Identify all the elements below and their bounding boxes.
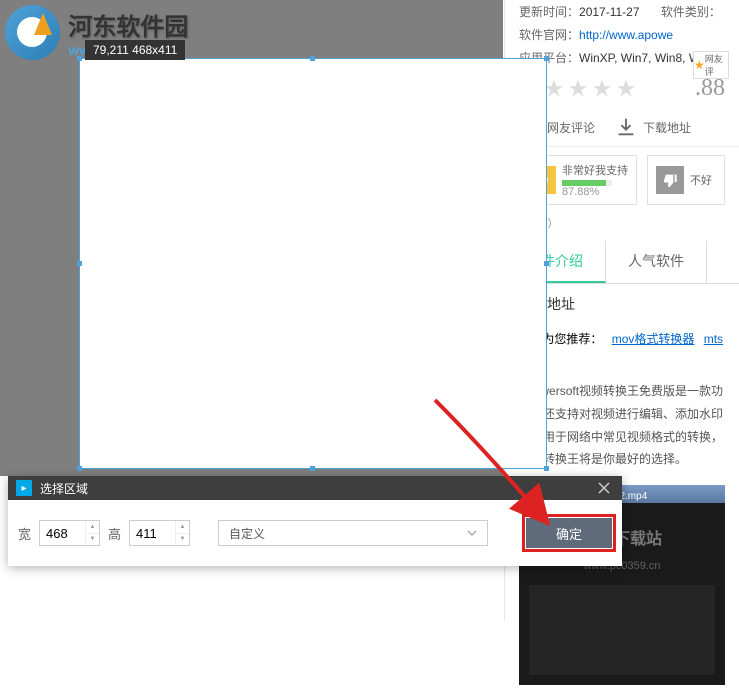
width-label: 宽 [18, 524, 31, 543]
download-label: 下载地址 [643, 119, 691, 136]
selection-rectangle[interactable] [79, 58, 547, 469]
coordinate-badge: 79,211 468x411 [85, 40, 185, 60]
confirm-button[interactable]: 确定 [526, 518, 612, 548]
favorite-button[interactable]: ★网友评 [693, 51, 729, 79]
rating-score: .88 [695, 75, 725, 102]
site-link[interactable]: http://www.apowe [579, 28, 673, 42]
update-label: 更新时间： [519, 5, 579, 19]
recommend-label: 为您推荐： [542, 332, 602, 346]
star-icon [615, 78, 637, 100]
width-up-button[interactable]: ▲ [86, 521, 99, 534]
dialog-title: 选择区域 [40, 480, 594, 497]
resize-handle[interactable] [544, 261, 549, 266]
height-input-wrap: ▲ ▼ [129, 520, 190, 546]
overlay [0, 469, 503, 476]
vote-good-label: 非常好我支持 [562, 162, 628, 178]
logo-title: 河东软件园 [68, 7, 188, 42]
logo-icon [5, 5, 60, 60]
height-up-button[interactable]: ▲ [176, 521, 189, 534]
site-label: 软件官网： [519, 28, 579, 42]
close-icon [598, 482, 610, 494]
recommend-link-1[interactable]: mov格式转换器 [612, 332, 695, 346]
reviews-label: 网友评论 [547, 119, 595, 136]
width-down-button[interactable]: ▼ [86, 534, 99, 546]
overlay [0, 58, 79, 469]
resize-handle[interactable] [544, 466, 549, 471]
info-row: 软件官网：http://www.apowe [505, 23, 739, 46]
width-input[interactable] [40, 521, 85, 545]
dialog-header[interactable]: ▸ 选择区域 [8, 476, 622, 500]
vote-good-percent: 87.88% [562, 186, 628, 198]
resize-handle[interactable] [310, 466, 315, 471]
preset-dropdown[interactable]: 自定义 [218, 520, 488, 546]
download-link[interactable]: 下载地址 [615, 116, 691, 138]
screenshot-content [529, 585, 715, 675]
height-input[interactable] [130, 521, 175, 545]
region-dialog: ▸ 选择区域 宽 ▲ ▼ 高 ▲ ▼ 自定义 确定 [8, 476, 622, 566]
update-value: 2017-11-27 [579, 5, 640, 19]
width-input-wrap: ▲ ▼ [39, 520, 100, 546]
tab-popular[interactable]: 人气软件 [606, 241, 707, 283]
download-icon [615, 116, 637, 138]
close-button[interactable] [594, 478, 614, 498]
resize-handle[interactable] [77, 261, 82, 266]
preset-value: 自定义 [229, 525, 265, 542]
resize-handle[interactable] [310, 56, 315, 61]
height-label: 高 [108, 524, 121, 543]
chevron-down-icon [467, 528, 477, 538]
dialog-app-icon: ▸ [16, 480, 32, 496]
info-row: 更新时间：2017-11-27 软件类别： [505, 0, 739, 23]
category-label: 软件类别： [661, 5, 721, 19]
height-down-button[interactable]: ▼ [176, 534, 189, 546]
star-icon [591, 78, 613, 100]
resize-handle[interactable] [77, 466, 82, 471]
vote-bad-label: 不好 [690, 172, 712, 188]
star-icon [567, 78, 589, 100]
resize-handle[interactable] [544, 56, 549, 61]
thumb-down-icon [656, 166, 684, 194]
vote-bad-button[interactable]: 不好 [647, 155, 725, 205]
